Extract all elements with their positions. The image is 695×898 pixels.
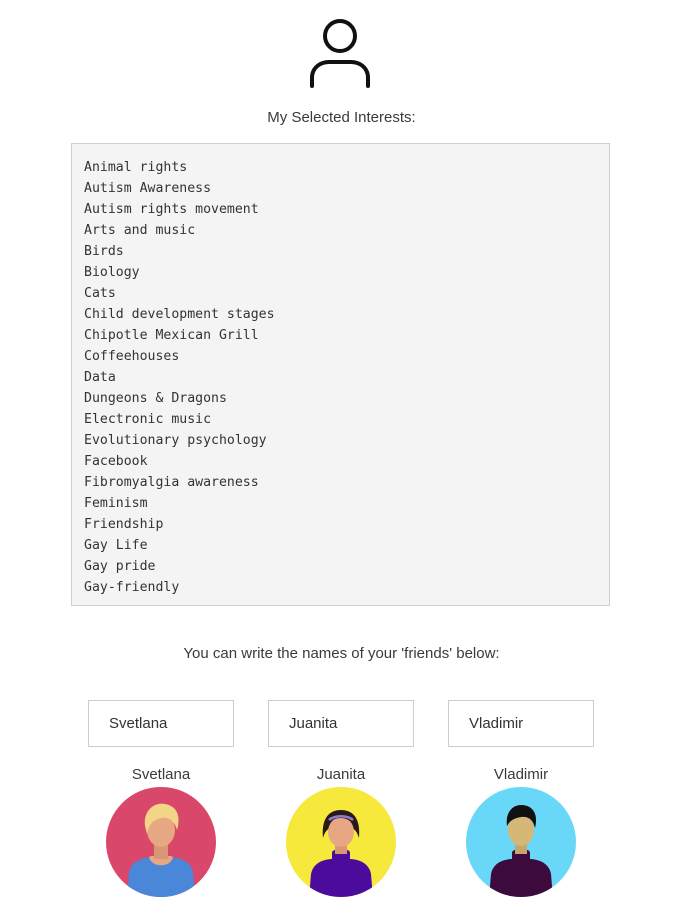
interest-item: Data (84, 370, 116, 385)
interest-item: Gay-friendly (84, 580, 180, 595)
interest-item: Birds (84, 244, 124, 259)
interest-item: Feminism (84, 496, 148, 511)
interest-item: Facebook (84, 454, 148, 469)
interest-item: Gay pride (84, 559, 156, 574)
man-dark-hair-avatar (466, 787, 576, 897)
friends-heading: You can write the names of your 'friends… (183, 645, 500, 662)
interest-item: Cats (84, 286, 116, 301)
woman-dark-hair-avatar (286, 787, 396, 897)
user-icon (310, 19, 370, 88)
friend-name-input-3[interactable] (448, 700, 594, 747)
interest-item: Chipotle Mexican Grill (84, 328, 259, 343)
interest-item: Biology (84, 265, 140, 280)
interest-item: Autism Awareness (84, 181, 212, 196)
interest-item: Autism rights movement (84, 202, 259, 217)
interest-item: Animal rights (84, 160, 188, 175)
interest-item: Evolutionary psychology (84, 433, 267, 448)
friend-name-input-2[interactable] (268, 700, 414, 747)
friend-name-label-3: Vladimir (493, 766, 549, 783)
friend-name-input-1[interactable] (88, 700, 234, 747)
interest-item: Electronic music (84, 412, 212, 427)
interests-heading: My Selected Interests: (267, 109, 416, 126)
interest-item: Arts and music (84, 223, 196, 238)
interest-item: Gay Life (84, 538, 148, 553)
interests-list[interactable]: Animal rights Autism Awareness Autism ri… (71, 143, 610, 606)
interest-item: Dungeons & Dragons (84, 391, 227, 406)
woman-blonde-avatar (106, 787, 216, 897)
interest-item: Fibromyalgia awareness (84, 475, 259, 490)
interest-item: Friendship (84, 517, 164, 532)
friend-name-label-2: Juanita (316, 766, 366, 783)
interest-item: Child development stages (84, 307, 275, 322)
friend-name-label-1: Svetlana (131, 766, 191, 783)
interest-item: Coffeehouses (84, 349, 180, 364)
